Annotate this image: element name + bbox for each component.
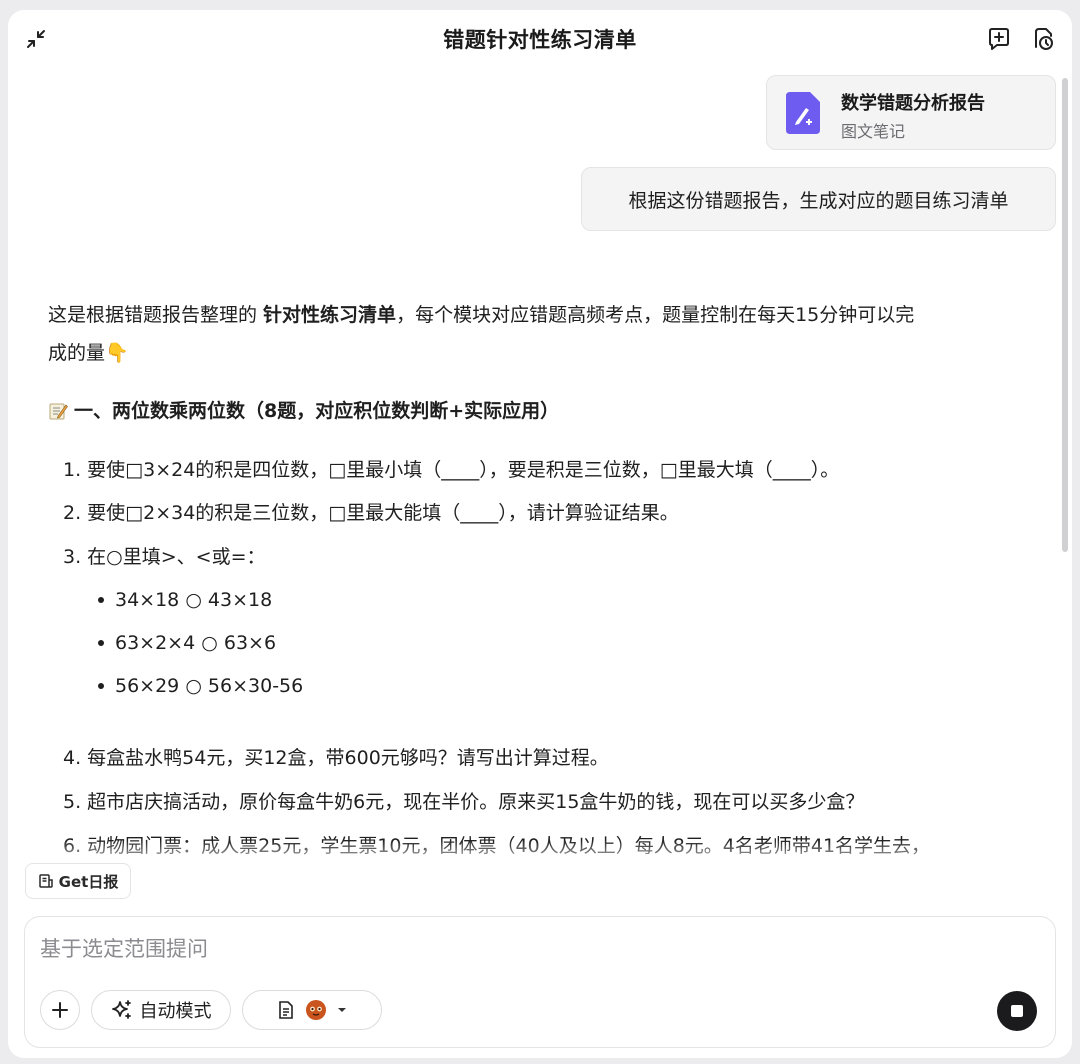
attachment-card[interactable]: 数学错题分析报告 图文笔记 [766,75,1056,150]
add-button[interactable] [40,990,80,1030]
get-daily-report-button[interactable]: Get日报 [25,863,131,899]
question-4: 4. 每盒盐水鸭54元，买12盒，带600元够吗？请写出计算过程。 [63,747,609,769]
new-chat-icon[interactable] [983,23,1015,55]
sparkle-icon [111,1000,131,1019]
composer[interactable]: 基于选定范围提问 自动模式 [24,916,1056,1048]
question-1: 1. 要使□3×24的积是四位数，□里最小填（____），要是积是三位数，□里最… [63,459,840,481]
memo-icon [49,403,68,420]
question-3: 3. 在○里填>、<或=： [63,546,266,568]
content-fade [8,840,1072,870]
attachment-title: 数学错题分析报告 [841,93,985,114]
intro-text-3: 成的量 [48,342,106,364]
stop-icon [1011,1005,1023,1017]
header: 错题针对性练习清单 [8,10,1072,70]
section-heading: 一、两位数乘两位数（8题，对应积位数判断+实际应用） [48,393,559,429]
history-icon[interactable] [1027,23,1059,55]
question-input[interactable]: 基于选定范围提问 [40,933,208,963]
question-2: 2. 要使□2×34的积是三位数，□里最大能填（____），请计算验证结果。 [63,502,679,524]
chip-label: Get日报 [58,872,119,891]
chevron-down-icon [338,1008,346,1012]
section-title: 一、两位数乘两位数（8题，对应积位数判断+实际应用） [74,400,560,422]
list-item: 63×2×4 ○ 63×6 [98,628,276,658]
plus-icon [52,1002,68,1018]
list-item-text: 63×2×4 ○ 63×6 [115,632,277,654]
context-selector[interactable] [242,990,382,1030]
mode-label: 自动模式 [139,1001,212,1022]
question-5: 5. 超市店庆搞活动，原价每盒牛奶6元，现在半价。原来买15盒牛奶的钱，现在可以… [63,791,865,813]
report-icon [38,874,53,888]
page-title: 错题针对性练习清单 [443,28,637,52]
list-item: 34×18 ○ 43×18 [98,585,272,615]
avatar [306,1000,326,1020]
list-item-text: 56×29 ○ 56×30-56 [115,675,304,697]
scrollbar[interactable] [1062,78,1068,552]
answer-intro: 这是根据错题报告整理的 针对性练习清单，每个模块对应错题高频考点，题量控制在每天… [48,296,1038,372]
intro-text-2: ，每个模块对应错题高频考点，题量控制在每天15分钟可以完 [396,304,915,326]
list-item-text: 34×18 ○ 43×18 [115,589,273,611]
list-item: 56×29 ○ 56×30-56 [98,671,303,701]
intro-bold: 针对性练习清单 [263,304,397,326]
auto-mode-button[interactable]: 自动模式 [91,990,231,1030]
stop-button[interactable] [997,991,1037,1031]
pointing-down-icon: 👇 [105,342,129,364]
document-icon [279,1001,293,1019]
user-message: 根据这份错题报告，生成对应的题目练习清单 [581,167,1056,231]
chat-window: 错题针对性练习清单 数学错题分析报告 图文笔记 根据这份错题报告，生成对应的题目… [8,10,1072,1058]
attachment-subtitle: 图文笔记 [841,122,906,141]
note-document-icon [784,90,822,136]
intro-text-1: 这是根据错题报告整理的 [48,304,264,326]
